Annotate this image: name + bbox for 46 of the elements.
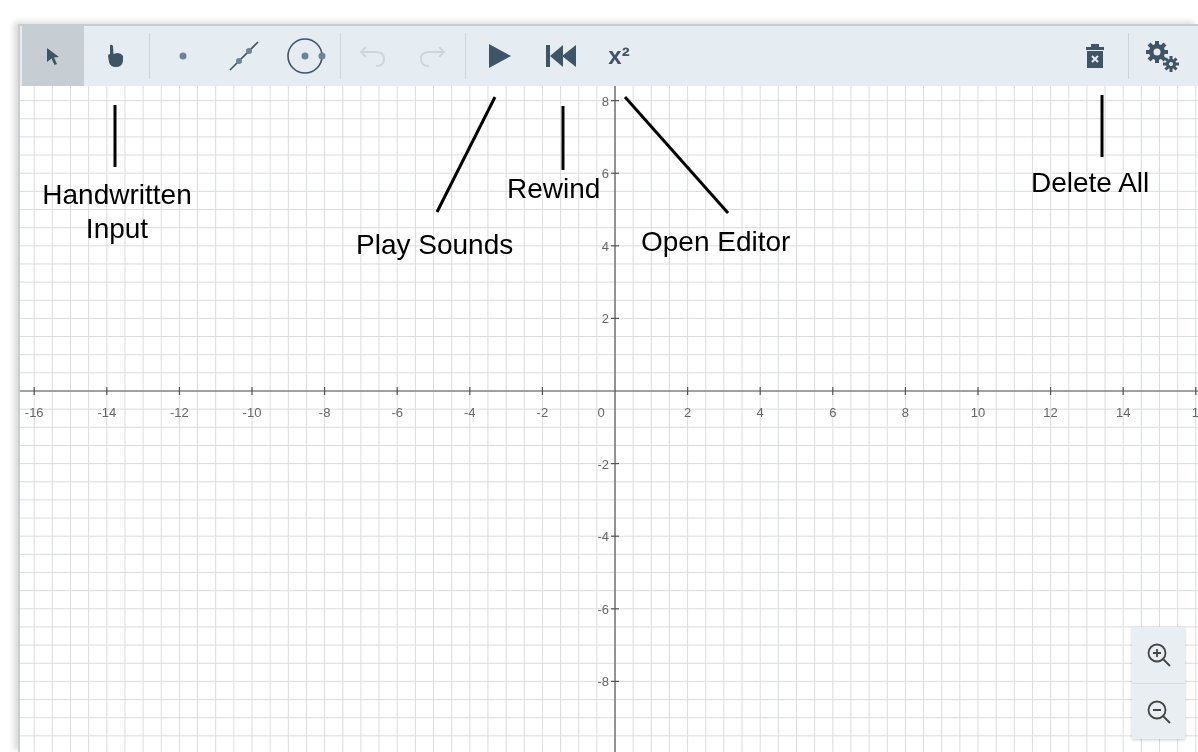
axis-label: 4	[756, 405, 764, 420]
point-icon	[179, 52, 187, 60]
axis-label: 8	[901, 405, 909, 420]
callout-label: Play Sounds	[356, 228, 514, 262]
callout-label: Handwritten Input	[41, 178, 193, 246]
axis-label: 2	[601, 311, 609, 327]
zoom-in-icon	[1145, 642, 1172, 668]
play-icon	[486, 42, 512, 70]
axis-label: 2	[684, 405, 692, 420]
pointer-tool-button[interactable]	[22, 26, 84, 86]
gears-icon	[1145, 40, 1179, 72]
axis-label: -4	[464, 405, 476, 420]
axis-label: 1	[1191, 405, 1198, 420]
axis-label: -12	[170, 405, 189, 420]
axis-label: 6	[829, 405, 837, 420]
axis-label: -2	[536, 405, 549, 420]
axis-label: 10	[970, 405, 986, 420]
leader-line	[113, 105, 117, 167]
axis-label: 12	[1043, 405, 1058, 420]
axis-label: -4	[597, 529, 609, 545]
axis-label: -8	[597, 674, 609, 690]
axis-label: -2	[597, 456, 609, 472]
editor-button[interactable]: x²	[593, 26, 645, 86]
axis-label: -16	[24, 405, 44, 420]
segment-icon	[227, 39, 261, 73]
axis-label: -14	[97, 405, 117, 420]
circle-icon	[286, 36, 326, 76]
axis-label: -10	[242, 405, 262, 420]
axis-label: -6	[391, 405, 403, 420]
axis-label: -8	[318, 405, 331, 420]
leader-line	[1100, 95, 1104, 157]
axis-label: 0	[597, 405, 605, 420]
axis-label: 8	[601, 93, 609, 109]
rewind-icon	[544, 43, 578, 69]
axis-label: 4	[601, 238, 609, 254]
trash-icon	[1085, 43, 1105, 69]
leader-line	[561, 106, 565, 170]
zoom-out-button[interactable]	[1132, 683, 1185, 739]
axis-label: 14	[1115, 405, 1131, 420]
callout-label: Open Editor	[641, 225, 791, 259]
callout-label: Delete All	[1031, 166, 1150, 200]
zoom-out-icon	[1145, 698, 1172, 725]
axis-label: -6	[597, 601, 609, 617]
callout-label: Rewind	[507, 172, 601, 206]
axis-label: 6	[601, 166, 609, 182]
zoom-in-button[interactable]	[1132, 627, 1185, 683]
